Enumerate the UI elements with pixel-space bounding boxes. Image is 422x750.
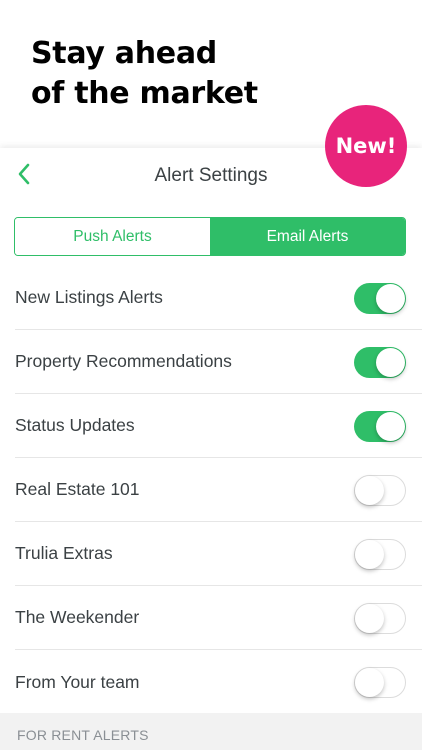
toggle-knob: [376, 284, 405, 313]
the-weekender-toggle[interactable]: [354, 603, 406, 634]
list-item: From Your team: [15, 650, 422, 714]
list-item: Status Updates: [15, 394, 422, 458]
list-item: Trulia Extras: [15, 522, 422, 586]
promo-headline: Stay ahead of the market: [31, 34, 258, 114]
alert-type-tabs: Push Alerts Email Alerts: [14, 217, 406, 256]
promo-headline-line-2: of the market: [31, 76, 258, 111]
toggle-knob: [376, 348, 405, 377]
toggle-knob: [355, 604, 384, 633]
from-your-team-toggle[interactable]: [354, 667, 406, 698]
status-updates-toggle[interactable]: [354, 411, 406, 442]
list-item: Real Estate 101: [15, 458, 422, 522]
toggle-knob: [355, 476, 384, 505]
promo-headline-line-1: Stay ahead: [31, 36, 217, 71]
section-header-for-rent-alerts: FOR RENT ALERTS: [0, 713, 422, 750]
trulia-extras-toggle[interactable]: [354, 539, 406, 570]
new-listings-toggle[interactable]: [354, 283, 406, 314]
list-item: The Weekender: [15, 586, 422, 650]
list-item: New Listings Alerts: [15, 266, 422, 330]
real-estate-101-toggle[interactable]: [354, 475, 406, 506]
tab-email-alerts[interactable]: Email Alerts: [210, 218, 405, 255]
toggle-knob: [376, 412, 405, 441]
toggle-knob: [355, 668, 384, 697]
tab-push-alerts[interactable]: Push Alerts: [15, 218, 210, 255]
property-recommendations-toggle[interactable]: [354, 347, 406, 378]
alert-settings-screen: Alert Settings Push Alerts Email Alerts …: [0, 148, 422, 750]
list-item: Property Recommendations: [15, 330, 422, 394]
toggle-knob: [355, 540, 384, 569]
new-badge: New!: [325, 105, 407, 187]
alert-list: New Listings Alerts Property Recommendat…: [0, 266, 422, 714]
